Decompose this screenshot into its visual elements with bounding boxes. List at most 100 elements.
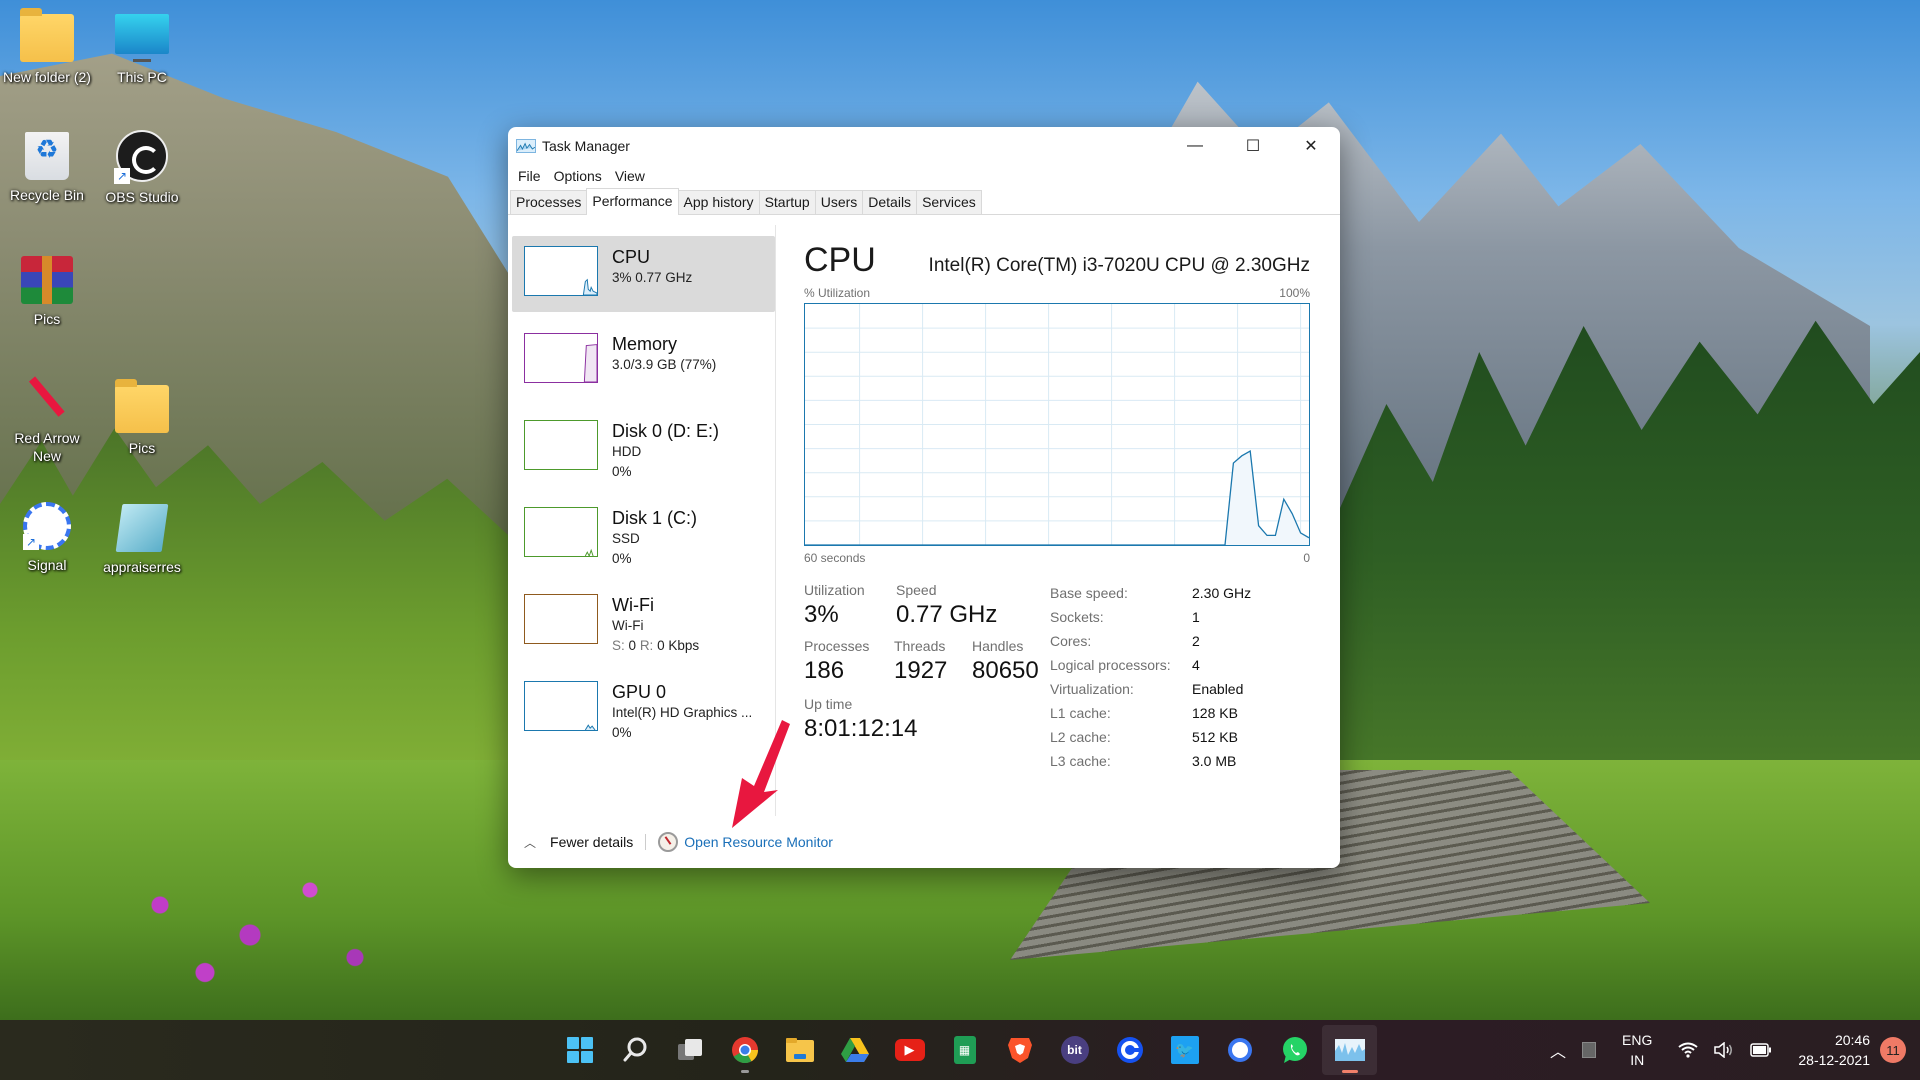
obs-icon: ↗ xyxy=(114,130,168,184)
spec-label: L2 cache: xyxy=(1050,729,1111,745)
taskbar-brave[interactable] xyxy=(992,1025,1047,1075)
taskbar-task-manager[interactable] xyxy=(1322,1025,1377,1075)
sidebar-title: CPU xyxy=(612,247,651,267)
taskbar-bit[interactable]: bit xyxy=(1047,1025,1102,1075)
sidebar-subtitle: 0% xyxy=(612,725,632,740)
signal-icon: ↗ xyxy=(23,502,71,550)
sidebar-item-gpu-0[interactable]: GPU 0 Intel(R) HD Graphics ... 0% xyxy=(512,671,775,747)
footer-divider xyxy=(645,834,647,850)
chart-xlabel-left: 60 seconds xyxy=(804,551,866,565)
cpu-detail-panel: CPU Intel(R) Core(TM) i3-7020U CPU @ 2.3… xyxy=(776,219,1340,816)
clock[interactable]: 20:46 28-12-2021 xyxy=(1798,1030,1870,1070)
coinbase-icon xyxy=(1116,1037,1143,1063)
title-bar[interactable]: Task Manager — ☐ ✕ xyxy=(508,127,1340,165)
spec-row: L1 cache: 128 KB xyxy=(1050,701,1251,725)
battery-icon[interactable] xyxy=(1750,1043,1772,1057)
notification-badge[interactable]: 11 xyxy=(1880,1037,1906,1063)
twitter-icon: 🐦 xyxy=(1170,1036,1199,1064)
tab-processes[interactable]: Processes xyxy=(510,190,588,214)
taskbar-task-view[interactable] xyxy=(662,1025,717,1075)
spec-row: L3 cache: 3.0 MB xyxy=(1050,749,1251,773)
desktop-icon-new-folder[interactable]: New folder (2) xyxy=(2,8,92,86)
taskbar-search[interactable] xyxy=(607,1025,662,1075)
taskbar-twitter[interactable]: 🐦 xyxy=(1157,1025,1212,1075)
sidebar-item-disk-1[interactable]: Disk 1 (C:) SSD 0% xyxy=(512,497,775,573)
volume-icon[interactable] xyxy=(1714,1042,1734,1058)
cpu-mini-graph xyxy=(524,246,598,296)
task-manager-icon xyxy=(516,139,536,153)
tab-performance[interactable]: Performance xyxy=(586,188,679,215)
desktop-icon-pics-folder[interactable]: Pics xyxy=(97,379,187,457)
close-icon: ✕ xyxy=(1304,138,1318,155)
wifi-icon[interactable] xyxy=(1678,1042,1698,1058)
taskbar-google-drive[interactable] xyxy=(827,1025,882,1075)
close-button[interactable]: ✕ xyxy=(1282,127,1340,165)
tab-startup[interactable]: Startup xyxy=(758,190,816,214)
cpu-model: Intel(R) Core(TM) i3-7020U CPU @ 2.30GHz xyxy=(928,255,1310,276)
disk0-mini-graph xyxy=(524,420,598,470)
taskbar-google-sheets[interactable]: ▦ xyxy=(937,1025,992,1075)
spec-label: L1 cache: xyxy=(1050,705,1111,721)
taskbar-whatsapp[interactable] xyxy=(1267,1025,1322,1075)
spec-value: 4 xyxy=(1192,657,1200,673)
spec-label: Cores: xyxy=(1050,633,1092,649)
sidebar-item-memory[interactable]: Memory 3.0/3.9 GB (77%) xyxy=(512,323,775,399)
send-label: S: xyxy=(612,638,625,653)
tab-services[interactable]: Services xyxy=(916,190,982,214)
show-hidden-icons-button[interactable]: ︿ xyxy=(1550,1038,1566,1062)
wifi-mini-graph xyxy=(524,594,598,644)
taskbar-file-explorer[interactable] xyxy=(772,1025,827,1075)
sidebar-title: Memory xyxy=(612,334,678,354)
tab-app-history[interactable]: App history xyxy=(677,190,760,214)
start-button[interactable] xyxy=(552,1025,607,1075)
spec-value: Enabled xyxy=(1192,681,1244,697)
cpu-heading: CPU xyxy=(804,241,876,279)
desktop-icon-label: Signal xyxy=(27,557,67,573)
processes-value: 186 xyxy=(804,657,845,684)
spec-label: Virtualization: xyxy=(1050,681,1134,697)
open-resource-monitor-link[interactable]: Open Resource Monitor xyxy=(684,834,833,850)
desktop-icon-pics-archive[interactable]: Pics xyxy=(2,256,92,328)
performance-sidebar: CPU 3% 0.77 GHz Memory 3.0/3.9 GB (77%) … xyxy=(508,225,776,816)
spec-value: 1 xyxy=(1192,609,1200,625)
menu-view[interactable]: View xyxy=(611,168,654,184)
whatsapp-icon xyxy=(1282,1037,1307,1063)
spec-row: Logical processors: 4 xyxy=(1050,653,1251,677)
folder-icon xyxy=(20,8,74,62)
date: 28-12-2021 xyxy=(1798,1052,1870,1068)
minimize-button[interactable]: — xyxy=(1166,127,1224,165)
tray-app-icon[interactable] xyxy=(1582,1042,1597,1058)
spec-value: 512 KB xyxy=(1192,729,1238,745)
taskbar-signal[interactable] xyxy=(1212,1025,1267,1075)
utilization-label: Utilization xyxy=(804,582,865,598)
menu-file[interactable]: File xyxy=(514,168,550,184)
spec-value: 3.0 MB xyxy=(1192,753,1237,769)
taskbar-coinbase[interactable] xyxy=(1102,1025,1157,1075)
cpu-utilization-chart xyxy=(804,303,1310,546)
desktop-icon-red-arrow-new[interactable]: Red Arrow New xyxy=(2,375,92,465)
desktop-icon-this-pc[interactable]: This PC xyxy=(97,14,187,86)
language-indicator[interactable]: ENG IN xyxy=(1622,1030,1652,1070)
window-title: Task Manager xyxy=(542,138,630,154)
maximize-button[interactable]: ☐ xyxy=(1224,127,1282,165)
spec-label: Sockets: xyxy=(1050,609,1104,625)
winrar-archive-icon xyxy=(21,256,73,304)
desktop-icon-appraiserres[interactable]: appraiserres xyxy=(97,504,187,576)
task-manager-icon xyxy=(1334,1039,1365,1061)
desktop-icon-recycle-bin[interactable]: Recycle Bin xyxy=(2,132,92,204)
tab-details[interactable]: Details xyxy=(862,190,918,214)
desktop-icon-obs-studio[interactable]: ↗ OBS Studio xyxy=(97,130,187,206)
fewer-details-button[interactable]: ︿ Fewer details xyxy=(524,834,633,851)
sidebar-item-wifi[interactable]: Wi-Fi Wi-Fi S: 0 R: 0 Kbps xyxy=(512,584,775,660)
desktop-icon-label: This PC xyxy=(117,69,167,85)
tab-users[interactable]: Users xyxy=(814,190,864,214)
menu-options[interactable]: Options xyxy=(550,168,611,184)
recycle-bin-icon xyxy=(25,132,69,180)
sidebar-item-disk-0[interactable]: Disk 0 (D: E:) HDD 0% xyxy=(512,410,775,486)
taskbar-youtube[interactable]: ▶ xyxy=(882,1025,937,1075)
desktop-icon-signal[interactable]: ↗ Signal xyxy=(2,502,92,574)
monitor-icon xyxy=(115,14,169,62)
sidebar-item-cpu[interactable]: CPU 3% 0.77 GHz xyxy=(512,236,775,312)
taskbar-chrome[interactable] xyxy=(717,1025,772,1075)
wallpaper-flowers xyxy=(100,860,400,1010)
